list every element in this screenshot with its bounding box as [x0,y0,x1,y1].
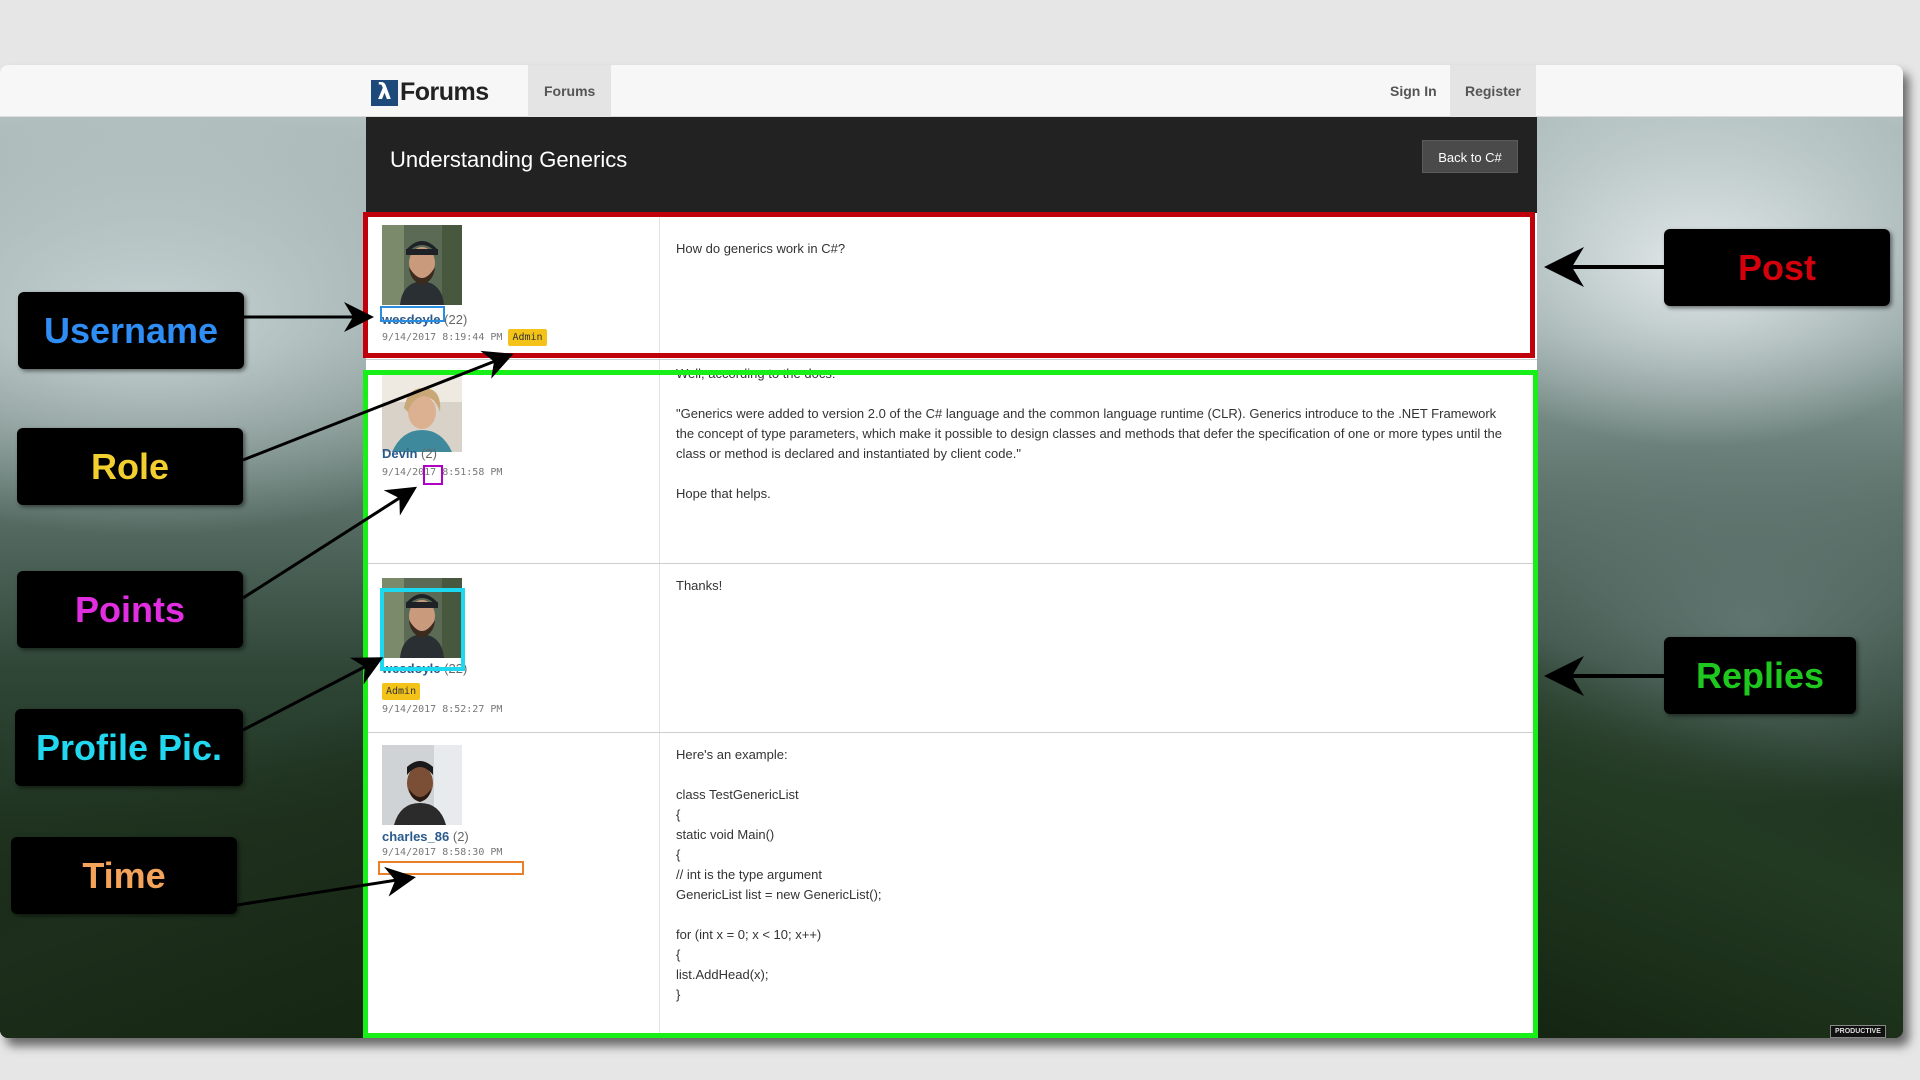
points-count: (22) [444,661,468,676]
post-author: charles_86 (2) [382,829,469,844]
register-link[interactable]: Register [1450,65,1536,117]
post-body: Well, according to the docs: "Generics w… [676,366,1502,501]
lambda-logo-icon: λ [371,79,398,106]
points-count: (22) [444,312,468,327]
post-body: Here's an example: class TestGenericList… [676,747,882,1002]
post-timestamp: 9/14/2017 8:52:27 PM [382,704,503,715]
avatar[interactable] [382,372,462,452]
post-body: How do generics work in C#? [676,241,846,256]
time-callout: Time [11,837,237,914]
post-author: wesdoyle (22) [382,312,467,327]
brand-logo[interactable]: λ Forums [371,78,489,107]
avatar[interactable] [382,745,462,825]
username-link[interactable]: wesdoyle [382,312,441,327]
points-count: (2) [421,446,437,461]
reply-post: wesdoyle (22) Admin 9/14/2017 8:52:27 PM… [366,564,1537,733]
page-title: Understanding Generics [390,147,628,172]
post-timestamp: 9/14/2017 8:58:30 PM [382,847,503,858]
profile-pic-callout: Profile Pic. [15,709,243,786]
post-timestamp: 9/14/2017 8:51:58 PM [382,467,503,478]
post-author-panel: wesdoyle (22) 9/14/2017 8:19:44 PM Admin [366,213,660,359]
reply-post: charles_86 (2) 9/14/2017 8:58:30 PM Here… [366,733,1537,1038]
avatar[interactable] [382,225,462,305]
thread-header: Understanding Generics Back to C# [366,117,1537,213]
username-link[interactable]: wesdoyle [382,661,441,676]
thread-content: wesdoyle (22) 9/14/2017 8:19:44 PM Admin… [366,213,1537,1038]
post-timestamp: 9/14/2017 8:19:44 PM [382,332,503,343]
post-author-panel: Devin (2) 9/14/2017 8:51:58 PM [366,360,660,563]
post-meta: 9/14/2017 8:19:44 PM Admin [382,329,547,346]
role-badge: Admin [508,329,547,346]
username-callout: Username [18,292,244,369]
post-author: Devin (2) [382,446,437,461]
sign-in-link[interactable]: Sign In [1374,65,1453,117]
original-post: wesdoyle (22) 9/14/2017 8:19:44 PM Admin… [366,213,1537,360]
role-badge: Admin [382,683,421,700]
points-count: (2) [452,829,469,844]
post-author-panel: charles_86 (2) 9/14/2017 8:58:30 PM [366,733,660,1038]
top-navbar: λ Forums Forums Sign In Register [0,65,1903,117]
post-author: wesdoyle (22) [382,661,467,676]
replies-callout: Replies [1664,637,1856,714]
post-author-panel: wesdoyle (22) Admin 9/14/2017 8:52:27 PM [366,564,660,732]
role-callout: Role [17,428,243,505]
nav-forums-link[interactable]: Forums [528,65,612,117]
watermark-logo: PRODUCTIVE [1830,1025,1886,1038]
brand-text: Forums [400,78,489,106]
post-body: Thanks! [676,578,723,593]
back-button[interactable]: Back to C# [1422,140,1518,173]
post-callout: Post [1664,229,1890,306]
reply-post: Devin (2) 9/14/2017 8:51:58 PM Well, acc… [366,360,1537,564]
role-badge-wrap: Admin [382,681,421,700]
username-link[interactable]: charles_86 [382,829,449,844]
points-callout: Points [17,571,243,648]
browser-window: λ Forums Forums Sign In Register Underst… [0,65,1903,1038]
username-link[interactable]: Devin [382,446,417,461]
avatar[interactable] [382,578,462,658]
